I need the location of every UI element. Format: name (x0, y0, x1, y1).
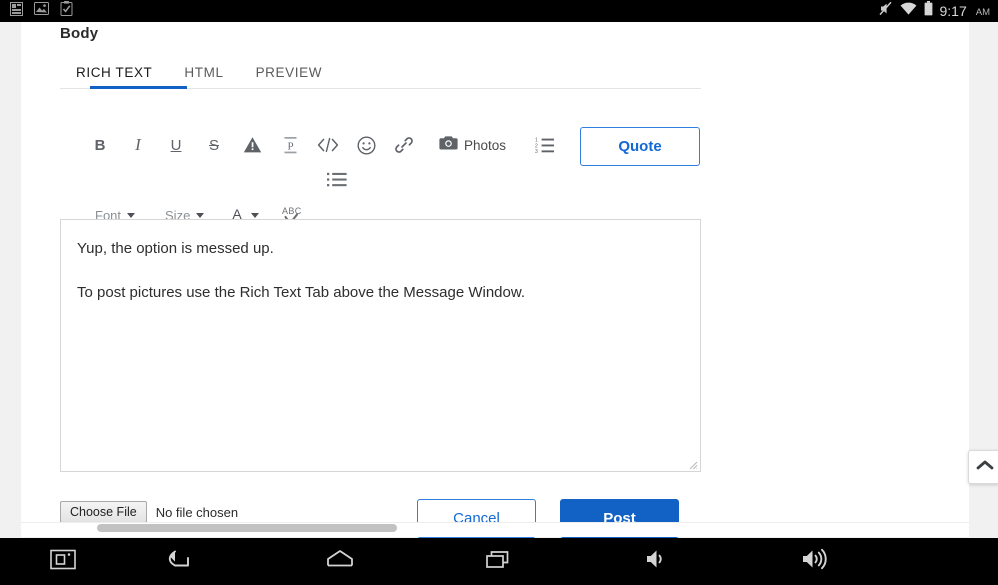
camera-icon (439, 135, 458, 156)
photos-label: Photos (464, 137, 507, 153)
strikethrough-button[interactable]: S (195, 127, 233, 163)
back-arrow-icon (166, 548, 198, 575)
tab-active-indicator (90, 86, 187, 89)
horizontal-scrollbar[interactable] (21, 522, 969, 537)
recents-icon (485, 548, 513, 575)
choose-file-button[interactable]: Choose File (60, 501, 147, 523)
formatting-toolbar-row-2 (318, 162, 356, 196)
source-code-button[interactable] (309, 127, 347, 163)
tab-html[interactable]: HTML (168, 58, 239, 88)
volume-up-button[interactable] (783, 538, 845, 585)
screenshot-button[interactable] (32, 538, 94, 585)
android-status-bar: 9:17 AM (0, 0, 998, 22)
status-bar-clock: 9:17 (939, 3, 967, 19)
browser-viewport: Body RICH TEXT HTML PREVIEW B I U S P Ph… (0, 22, 998, 538)
mute-icon (878, 1, 893, 21)
status-bar-notification-icons (0, 1, 73, 21)
italic-button[interactable]: I (119, 127, 157, 163)
screenshot-image-icon (34, 2, 49, 20)
underline-button[interactable]: U (157, 127, 195, 163)
page-content: Body RICH TEXT HTML PREVIEW B I U S P Ph… (21, 22, 969, 538)
chevron-down-icon (127, 212, 136, 218)
home-button[interactable] (309, 538, 371, 585)
tab-preview[interactable]: PREVIEW (240, 58, 338, 88)
quote-button[interactable]: Quote (580, 127, 700, 166)
horizontal-scrollbar-thumb[interactable] (97, 524, 397, 532)
volume-high-icon (799, 547, 829, 576)
sd-card-icon (10, 1, 23, 21)
warning-triangle-button[interactable] (233, 127, 271, 163)
emoji-button[interactable] (347, 127, 385, 163)
svg-text:3: 3 (535, 149, 538, 154)
file-upload-row: Choose File No file chosen (60, 501, 238, 523)
svg-text:P: P (287, 141, 293, 153)
recents-button[interactable] (468, 538, 530, 585)
battery-icon (924, 1, 933, 21)
chevron-down-icon (250, 212, 259, 218)
formatting-toolbar-row-1: B I U S P Photos 1 2 3 (81, 125, 564, 165)
wifi-icon (900, 2, 917, 21)
remove-formatting-button[interactable]: P (271, 127, 309, 163)
scroll-to-top-button[interactable] (968, 450, 998, 484)
unordered-list-icon[interactable] (318, 161, 356, 197)
home-icon (324, 548, 356, 575)
clipboard-check-icon (60, 1, 73, 21)
status-bar-system-icons: 9:17 AM (878, 1, 990, 21)
insert-photos-button[interactable]: Photos (433, 127, 512, 163)
screenshot-icon (50, 548, 76, 575)
message-body-textarea[interactable] (60, 219, 701, 472)
message-editor-wrapper (60, 219, 701, 472)
volume-down-button[interactable] (625, 538, 687, 585)
file-status-label: No file chosen (155, 504, 239, 520)
insert-link-icon[interactable] (385, 127, 423, 163)
page-title: Body (60, 25, 99, 42)
chevron-down-icon (196, 212, 205, 218)
left-gutter (0, 22, 21, 538)
back-button[interactable] (151, 538, 213, 585)
bold-button[interactable]: B (81, 127, 119, 163)
tab-rich-text[interactable]: RICH TEXT (60, 58, 168, 88)
status-bar-meridiem: AM (975, 6, 990, 18)
svg-text:ABC: ABC (282, 206, 302, 216)
volume-low-icon (643, 547, 669, 576)
chevron-up-icon (976, 458, 994, 476)
ordered-list-icon[interactable]: 123 (526, 127, 564, 163)
android-navigation-bar (0, 538, 998, 585)
